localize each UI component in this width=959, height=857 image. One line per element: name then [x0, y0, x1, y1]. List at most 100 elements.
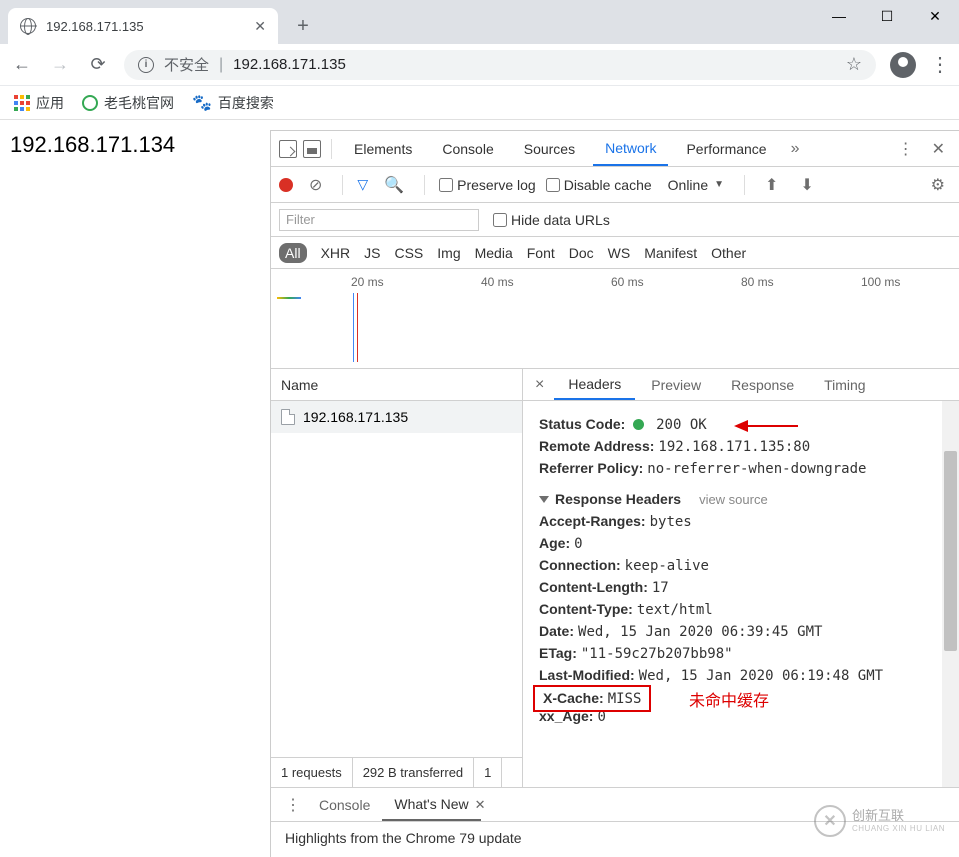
- security-label: 不安全: [164, 54, 209, 75]
- tab-sources[interactable]: Sources: [512, 131, 587, 166]
- request-name: 192.168.171.135: [303, 409, 408, 425]
- throttling-select[interactable]: Online▼: [662, 177, 730, 193]
- request-list-panel: Name 192.168.171.135 1 requests 292 B tr…: [271, 369, 523, 787]
- tab-elements[interactable]: Elements: [342, 131, 424, 166]
- type-doc[interactable]: Doc: [569, 245, 594, 261]
- download-har-icon[interactable]: ⬇: [794, 175, 819, 195]
- new-tab-button[interactable]: +: [288, 11, 318, 41]
- dom-loaded-marker: [353, 293, 354, 362]
- close-detail-icon[interactable]: ×: [527, 376, 552, 394]
- preserve-log-checkbox[interactable]: Preserve log: [439, 177, 536, 193]
- bookmark-star-icon[interactable]: ☆: [846, 54, 862, 75]
- scroll-thumb[interactable]: [944, 451, 957, 651]
- tab-performance[interactable]: Performance: [674, 131, 778, 166]
- type-font[interactable]: Font: [527, 245, 555, 261]
- separator: [331, 139, 332, 159]
- apps-grid-icon: [14, 95, 30, 111]
- filter-bar: Filter Hide data URLs: [271, 203, 959, 237]
- upload-har-icon[interactable]: ⬆: [759, 175, 784, 195]
- baidu-icon: 🐾: [192, 93, 212, 113]
- type-img[interactable]: Img: [437, 245, 460, 261]
- devtools-panel: Elements Console Sources Network Perform…: [270, 130, 959, 857]
- close-window-button[interactable]: ✕: [911, 0, 959, 32]
- tab-network[interactable]: Network: [593, 131, 668, 166]
- page-body-text: 192.168.171.134: [10, 132, 260, 158]
- bookmark-lmt[interactable]: 老毛桃官网: [82, 93, 174, 113]
- detail-body[interactable]: Status Code: 200 OK Remote Address:192.1…: [523, 401, 959, 787]
- type-xhr[interactable]: XHR: [321, 245, 351, 261]
- close-tab-icon[interactable]: ✕: [254, 18, 266, 35]
- search-icon[interactable]: 🔍: [378, 175, 410, 195]
- request-count: 1 requests: [271, 758, 353, 787]
- status-code-value: 200 OK: [656, 417, 707, 433]
- transferred-size: 292 B transferred: [353, 758, 474, 787]
- network-timeline[interactable]: 20 ms 40 ms 60 ms 80 ms 100 ms: [271, 269, 959, 369]
- type-manifest[interactable]: Manifest: [644, 245, 697, 261]
- watermark: ✕ 创新互联 CHUANG XIN HU LIAN: [814, 805, 945, 837]
- request-list: 192.168.171.135: [271, 401, 522, 757]
- apps-shortcut[interactable]: 应用: [14, 93, 64, 113]
- filter-input[interactable]: Filter: [279, 209, 479, 231]
- detail-tab-response[interactable]: Response: [717, 369, 808, 400]
- record-icon[interactable]: [279, 178, 293, 192]
- bookmark-lmt-label: 老毛桃官网: [104, 93, 174, 113]
- drawer-tab-close-icon[interactable]: ✕: [475, 797, 486, 813]
- drawer-menu-icon[interactable]: ⋮: [279, 795, 307, 815]
- tab-console[interactable]: Console: [430, 131, 505, 166]
- drawer-tab-console[interactable]: Console: [307, 788, 382, 821]
- watermark-icon: ✕: [814, 805, 846, 837]
- window-controls: — ☐ ✕: [815, 0, 959, 32]
- resource-type-filters: All XHR JS CSS Img Media Font Doc WS Man…: [271, 237, 959, 269]
- settings-gear-icon[interactable]: ⚙: [925, 175, 951, 195]
- inspect-element-icon[interactable]: [279, 140, 297, 158]
- reload-button[interactable]: ⟳: [86, 53, 110, 77]
- lmt-icon: [82, 95, 98, 111]
- type-all[interactable]: All: [279, 243, 307, 263]
- network-split: Name 192.168.171.135 1 requests 292 B tr…: [271, 369, 959, 787]
- type-js[interactable]: JS: [364, 245, 380, 261]
- filter-icon[interactable]: ▽: [357, 176, 368, 193]
- request-list-header[interactable]: Name: [271, 369, 522, 401]
- view-source-link[interactable]: view source: [699, 492, 768, 507]
- devtools-top-bar: Elements Console Sources Network Perform…: [271, 131, 959, 167]
- status-dot-icon: [633, 419, 644, 430]
- clear-icon[interactable]: ⊘: [303, 175, 328, 195]
- globe-icon: [20, 18, 36, 34]
- devtools-close-icon[interactable]: ✕: [926, 139, 951, 159]
- hide-data-urls-checkbox[interactable]: Hide data URLs: [493, 212, 610, 228]
- back-button[interactable]: ←: [10, 53, 34, 77]
- browser-tab[interactable]: 192.168.171.135 ✕: [8, 8, 278, 44]
- devtools-menu-icon[interactable]: ⋮: [892, 139, 920, 159]
- forward-button[interactable]: →: [48, 53, 72, 77]
- annotation-text: 未命中缓存: [689, 687, 769, 711]
- detail-tab-preview[interactable]: Preview: [637, 369, 715, 400]
- type-other[interactable]: Other: [711, 245, 746, 261]
- status-code-label: Status Code:: [539, 416, 625, 432]
- disable-cache-checkbox[interactable]: Disable cache: [546, 177, 652, 193]
- detail-tab-timing[interactable]: Timing: [810, 369, 880, 400]
- maximize-button[interactable]: ☐: [863, 0, 911, 32]
- type-ws[interactable]: WS: [608, 245, 631, 261]
- bookmark-baidu[interactable]: 🐾 百度搜索: [192, 93, 274, 113]
- detail-tab-headers[interactable]: Headers: [554, 369, 635, 400]
- scrollbar[interactable]: [942, 401, 959, 787]
- drawer-tab-whatsnew[interactable]: What's New: [382, 788, 480, 821]
- response-headers-section[interactable]: Response Headers: [555, 491, 681, 507]
- request-row[interactable]: 192.168.171.135: [271, 401, 522, 433]
- separator: |: [219, 56, 223, 74]
- request-footer: 1 requests 292 B transferred 1: [271, 757, 522, 787]
- type-css[interactable]: CSS: [394, 245, 423, 261]
- profile-avatar-icon[interactable]: [890, 52, 916, 78]
- omnibox[interactable]: i 不安全 | 192.168.171.135 ☆: [124, 50, 876, 80]
- menu-icon[interactable]: ⋮: [930, 52, 949, 77]
- tab-strip: 192.168.171.135 ✕ + — ☐ ✕: [0, 0, 959, 44]
- caret-down-icon[interactable]: [539, 496, 549, 503]
- info-icon[interactable]: i: [138, 57, 154, 73]
- more-tabs-icon[interactable]: »: [785, 140, 806, 158]
- tab-title: 192.168.171.135: [46, 19, 244, 34]
- device-toolbar-icon[interactable]: [303, 140, 321, 158]
- footer-extra: 1: [474, 758, 502, 787]
- type-media[interactable]: Media: [475, 245, 513, 261]
- minimize-button[interactable]: —: [815, 0, 863, 32]
- address-bar: ← → ⟳ i 不安全 | 192.168.171.135 ☆ ⋮: [0, 44, 959, 86]
